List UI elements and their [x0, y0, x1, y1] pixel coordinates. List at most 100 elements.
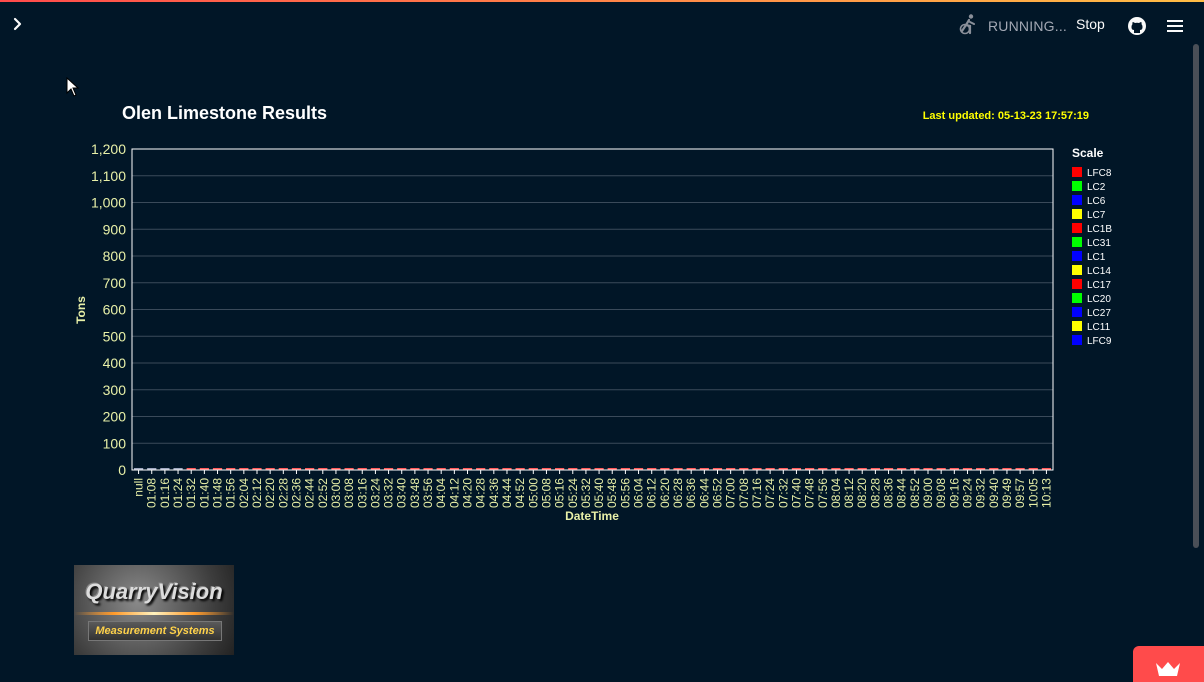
x-tick-label: 05:56 — [618, 478, 632, 508]
y-tick-label: 600 — [103, 302, 127, 318]
status-text: RUNNING... — [988, 18, 1067, 34]
y-tick-label: 700 — [103, 275, 127, 291]
y-tick-label: 800 — [103, 248, 127, 264]
x-tick-label: 03:40 — [395, 478, 409, 508]
legend-swatch — [1072, 195, 1082, 205]
x-tick-label: 09:24 — [960, 478, 974, 508]
olen-chart: Olen Limestone Results Last updated: 05-… — [74, 103, 1112, 523]
legend-label: LFC9 — [1087, 336, 1112, 347]
x-tick-label: 01:48 — [211, 478, 225, 508]
x-tick-label: 05:40 — [592, 478, 606, 508]
x-tick-label: 05:00 — [526, 478, 540, 508]
x-tick-label: 09:00 — [921, 478, 935, 508]
x-tick-label: 09:40 — [987, 478, 1001, 508]
x-tick-label: 07:08 — [737, 478, 751, 508]
x-tick-label: 05:16 — [553, 478, 567, 508]
x-tick-label: 03:16 — [355, 478, 369, 508]
logo-main-text: QuarryVision — [85, 579, 223, 604]
x-axis-label: DateTime — [565, 509, 619, 523]
legend-label: LC1B — [1087, 224, 1112, 235]
legend-label: LC6 — [1087, 196, 1106, 207]
chart-title: Olen Limestone Results — [122, 103, 327, 123]
x-tick-label: 02:36 — [289, 478, 303, 508]
x-tick-label: 04:44 — [500, 478, 514, 508]
x-tick-label: 04:04 — [434, 478, 448, 508]
x-tick-label: 06:36 — [684, 478, 698, 508]
x-tick-label: 05:48 — [605, 478, 619, 508]
legend-swatch — [1072, 167, 1082, 177]
legend-title: Scale — [1072, 146, 1104, 160]
x-tick-label: 03:56 — [421, 478, 435, 508]
scrollbar-thumb[interactable] — [1193, 44, 1199, 548]
y-tick-label: 300 — [103, 382, 127, 398]
legend-label: LC31 — [1087, 238, 1111, 249]
legend-label: LC27 — [1087, 308, 1111, 319]
legend-swatch — [1072, 279, 1082, 289]
x-tick-label: 09:32 — [974, 478, 988, 508]
y-tick-label: 1,000 — [91, 195, 126, 211]
x-tick-label: 07:32 — [776, 478, 790, 508]
x-tick-label: 04:52 — [513, 478, 527, 508]
legend-swatch — [1072, 209, 1082, 219]
x-tick-label: 05:08 — [539, 478, 553, 508]
x-tick-label: 06:28 — [671, 478, 685, 508]
x-tick-label: 10:05 — [1026, 478, 1040, 508]
legend-swatch — [1072, 237, 1082, 247]
x-tick-label: 09:57 — [1013, 478, 1027, 508]
x-tick-label: 06:04 — [632, 478, 646, 508]
legend-label: LC20 — [1087, 294, 1111, 305]
y-tick-label: 500 — [103, 328, 127, 344]
x-tick-label: 02:52 — [316, 478, 330, 508]
app-header: RUNNING... Stop — [0, 2, 1190, 48]
legend-swatch — [1072, 293, 1082, 303]
x-tick-label: 04:36 — [487, 478, 501, 508]
quarryvision-logo: QuarryVision Measurement Systems — [74, 565, 234, 655]
y-tick-label: 400 — [103, 355, 127, 371]
x-tick-label: 09:16 — [947, 478, 961, 508]
x-tick-label: 06:52 — [710, 478, 724, 508]
x-tick-label: 07:00 — [724, 478, 738, 508]
x-tick-label: 03:08 — [342, 478, 356, 508]
legend-label: LC11 — [1087, 322, 1111, 333]
hamburger-menu-icon[interactable] — [1165, 16, 1185, 36]
mouse-cursor-icon — [66, 76, 80, 97]
y-tick-label: 100 — [103, 435, 127, 451]
x-tick-label: 08:28 — [868, 478, 882, 508]
legend-swatch — [1072, 223, 1082, 233]
chevron-right-icon[interactable] — [8, 14, 28, 34]
x-tick-label: 01:32 — [184, 478, 198, 508]
stop-button[interactable]: Stop — [1066, 16, 1115, 32]
github-icon[interactable] — [1127, 16, 1147, 36]
legend-swatch — [1072, 335, 1082, 345]
legend-label: LC17 — [1087, 280, 1111, 291]
legend-label: LFC8 — [1087, 168, 1112, 179]
x-tick-label: 06:44 — [697, 478, 711, 508]
legend-swatch — [1072, 307, 1082, 317]
y-tick-label: 900 — [103, 221, 127, 237]
legend-label: LC2 — [1087, 182, 1106, 193]
y-tick-label: 200 — [103, 409, 127, 425]
x-tick-label: 08:04 — [829, 478, 843, 508]
x-tick-label: 04:12 — [447, 478, 461, 508]
x-tick-label: 01:16 — [158, 478, 172, 508]
x-tick-label: 08:12 — [842, 478, 856, 508]
x-tick-label: 04:28 — [474, 478, 488, 508]
x-tick-label: 01:24 — [171, 478, 185, 508]
legend-swatch — [1072, 321, 1082, 331]
legend-label: LC1 — [1087, 252, 1106, 263]
x-tick-label: 01:40 — [197, 478, 211, 508]
x-tick-label: 09:08 — [934, 478, 948, 508]
y-tick-label: 1,200 — [91, 141, 126, 157]
x-tick-label: 02:12 — [250, 478, 264, 508]
x-tick-label: 07:48 — [803, 478, 817, 508]
running-status: RUNNING... — [958, 13, 1067, 38]
x-tick-label: 04:20 — [461, 478, 475, 508]
x-tick-label: 08:20 — [855, 478, 869, 508]
legend-label: LC7 — [1087, 210, 1106, 221]
x-tick-label: 07:56 — [816, 478, 830, 508]
x-tick-label: 06:12 — [645, 478, 659, 508]
streamlit-badge[interactable] — [1133, 646, 1204, 682]
x-tick-label: 09:49 — [1000, 478, 1014, 508]
x-tick-label: 02:20 — [263, 478, 277, 508]
x-tick-label: 03:24 — [368, 478, 382, 508]
